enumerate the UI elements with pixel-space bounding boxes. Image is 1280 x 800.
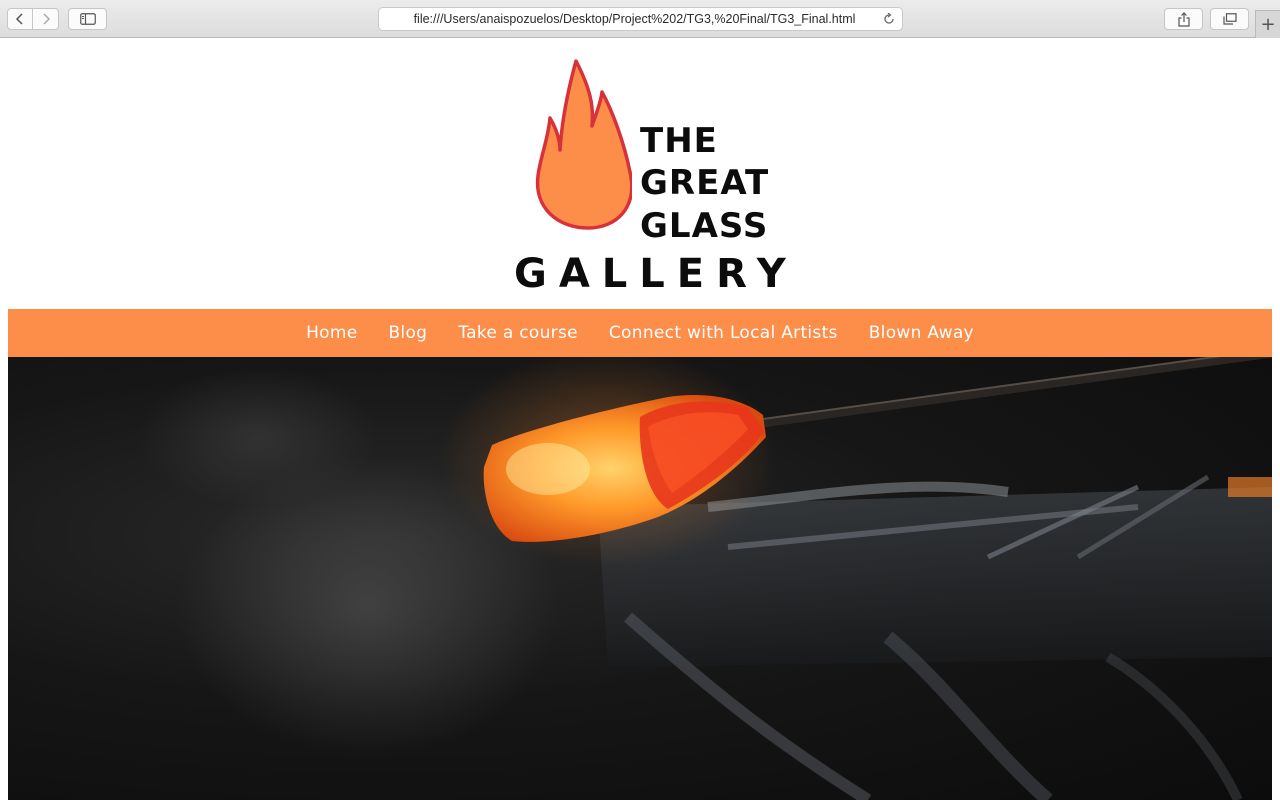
nav-take-a-course[interactable]: Take a course	[458, 323, 578, 343]
nav-connect-with-local-artists[interactable]: Connect with Local Artists	[609, 323, 838, 343]
logo-text-glass: GLASS	[640, 206, 769, 246]
reload-icon	[884, 13, 894, 24]
forward-button[interactable]	[33, 8, 59, 30]
sidebar-button[interactable]	[68, 8, 107, 30]
hero-image	[8, 357, 1272, 800]
main-navigation: Home Blog Take a course Connect with Loc…	[8, 309, 1272, 357]
tabs-overview-button[interactable]	[1210, 8, 1249, 30]
chevron-left-icon	[15, 13, 23, 25]
chevron-right-icon	[42, 13, 50, 25]
web-page: THE GREAT GLASS GALLERY Home Blog Take a…	[0, 38, 1280, 800]
history-buttons	[7, 8, 59, 30]
logo-text-great: GREAT	[640, 163, 770, 203]
reload-button[interactable]	[876, 13, 902, 25]
tabs-overview-icon	[1222, 13, 1237, 25]
back-button[interactable]	[7, 8, 33, 30]
flame-icon	[535, 59, 632, 230]
address-bar[interactable]: file:///Users/anaispozuelos/Desktop/Proj…	[378, 7, 903, 31]
sidebar-icon	[79, 13, 96, 25]
share-icon	[1177, 11, 1190, 27]
logo-text-the: THE	[640, 121, 718, 161]
nav-blown-away[interactable]: Blown Away	[869, 323, 974, 343]
url-text: file:///Users/anaispozuelos/Desktop/Proj…	[413, 12, 856, 26]
glassblowing-photo	[138, 357, 1272, 800]
share-button[interactable]	[1164, 8, 1203, 30]
browser-toolbar: file:///Users/anaispozuelos/Desktop/Proj…	[0, 0, 1280, 38]
site-logo[interactable]: THE GREAT GLASS GALLERY	[512, 58, 786, 294]
new-tab-button[interactable]: +	[1255, 10, 1280, 38]
nav-home[interactable]: Home	[306, 323, 357, 343]
nav-blog[interactable]: Blog	[388, 323, 427, 343]
logo-text-gallery: GALLERY	[514, 251, 798, 297]
